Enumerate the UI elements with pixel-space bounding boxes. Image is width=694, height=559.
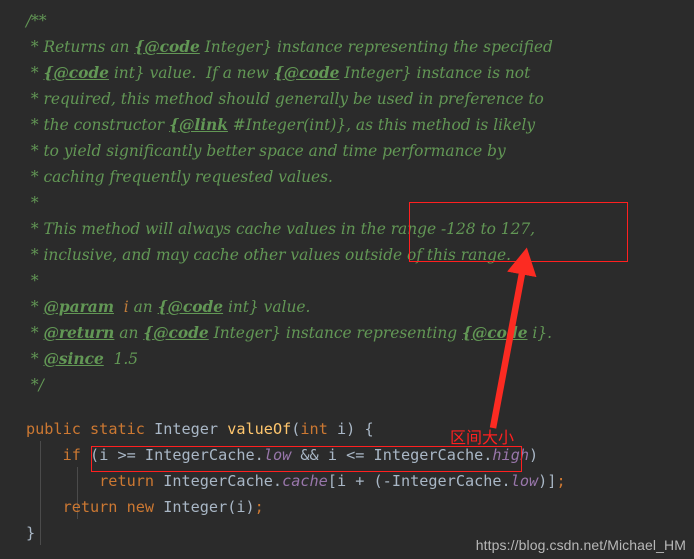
javadoc-text: i}. [527,324,552,342]
code-line-if-condition: if (i >= IntegerCache.low && i <= Intege… [62,446,539,464]
class-integercache: IntegerCache. [163,472,283,490]
javadoc-text: * inclusive, and may cache other values … [26,246,512,264]
field-high: high [492,446,529,464]
code-line-javadoc-3: * required, this method should generally… [26,86,544,112]
code-line-method-signature: public static Integer valueOf(int i) { [26,420,374,438]
javadoc-text: an [114,324,144,342]
keyword-int: int [300,420,328,438]
javadoc-text: * required, this method should generally… [26,90,544,108]
javadoc-text: an [128,298,158,316]
keyword-static: static [90,420,145,438]
javadoc-return-tag: @return [43,324,115,342]
code-line-javadoc-4: * the constructor {@link #Integer(int)},… [26,112,535,138]
var-i: i [336,472,347,490]
type-integer: Integer [163,498,228,516]
return-type-integer: Integer [154,420,219,438]
code-editor-screenshot: /** * Returns an {@code Integer} instanc… [0,0,694,559]
javadoc-text: * to yield significantly better space an… [26,142,506,160]
javadoc-open-token: /** [26,12,47,30]
watermark-url: https://blog.csdn.net/Michael_HM [475,537,686,553]
javadoc-text: * the constructor [26,116,170,134]
javadoc-text: Integer} instance is not [339,64,531,82]
javadoc-code-tag: {@code [43,64,109,82]
javadoc-text: 1.5 [103,350,139,368]
param-i: i [337,420,347,438]
javadoc-text: * Returns an [26,38,135,56]
keyword-if: if [62,446,81,464]
code-line-javadoc-5: * to yield significantly better space an… [26,138,506,164]
javadoc-text: * [26,350,44,368]
javadoc-text: * [26,64,44,82]
javadoc-text: * [26,324,44,342]
javadoc-text: * caching frequently requested values. [26,168,333,186]
code-line-javadoc-since: * @since 1.5 [26,346,138,372]
code-line-javadoc-9: * [26,268,39,294]
code-line-javadoc-open: /** [26,8,47,34]
keyword-public: public [26,420,81,438]
keyword-return: return [62,498,118,516]
javadoc-code-tag: {@code [273,64,340,82]
class-integercache: IntegerCache. [373,446,493,464]
code-line-javadoc-close: */ [26,372,44,398]
class-integercache: IntegerCache. [391,472,511,490]
javadoc-link-tag: {@link [169,116,228,134]
javadoc-code-tag: {@code [157,298,224,316]
code-line-javadoc-return: * @return an {@code Integer} instance re… [26,320,552,346]
javadoc-text: int} value. [223,298,311,316]
javadoc-text: * [26,272,39,290]
field-low: low [510,472,539,490]
field-low: low [263,446,292,464]
keyword-new: new [126,498,155,516]
javadoc-code-tag: {@code [143,324,209,342]
javadoc-since-tag: @since [43,350,104,368]
javadoc-code-tag: {@code [134,38,200,56]
keyword-return: return [99,472,155,490]
method-name-valueof: valueOf [227,420,292,438]
field-cache: cache [282,472,328,490]
javadoc-text [114,298,124,316]
code-line-return-cache: return IntegerCache.cache[i + (-IntegerC… [99,472,566,490]
javadoc-close-token: */ [26,376,44,394]
javadoc-text: Integer} instance representing the speci… [199,38,553,56]
code-text-area[interactable]: /** * Returns an {@code Integer} instanc… [0,0,694,559]
code-line-closing-brace: } [26,520,35,546]
javadoc-param-tag: @param [43,298,114,316]
code-line-javadoc-range: * This method will always cache values i… [26,216,535,242]
javadoc-text: * [26,194,39,212]
code-line-return-new: return new Integer(i); [62,498,264,516]
code-line-javadoc-7: * [26,190,39,216]
var-i: i [99,446,109,464]
javadoc-text: * [26,298,44,316]
code-line-javadoc-6: * caching frequently requested values. [26,164,333,190]
javadoc-range-text: * This method will always cache values i… [26,220,536,238]
var-i: i [327,446,337,464]
code-line-javadoc-1: * Returns an {@code Integer} instance re… [26,34,553,60]
javadoc-text: Integer} instance representing [208,324,463,342]
javadoc-text: int} value. If a new [108,64,274,82]
closing-brace: } [26,524,36,542]
javadoc-text: #Integer(int)}, as this method is likely [227,116,536,134]
class-integercache: IntegerCache. [144,446,264,464]
code-line-javadoc-param: * @param i an {@code int} value. [26,294,311,320]
code-line-javadoc-2: * {@code int} value. If a new {@code Int… [26,60,530,86]
code-line-javadoc-8: * inclusive, and may cache other values … [26,242,511,268]
javadoc-code-tag: {@code [462,324,528,342]
